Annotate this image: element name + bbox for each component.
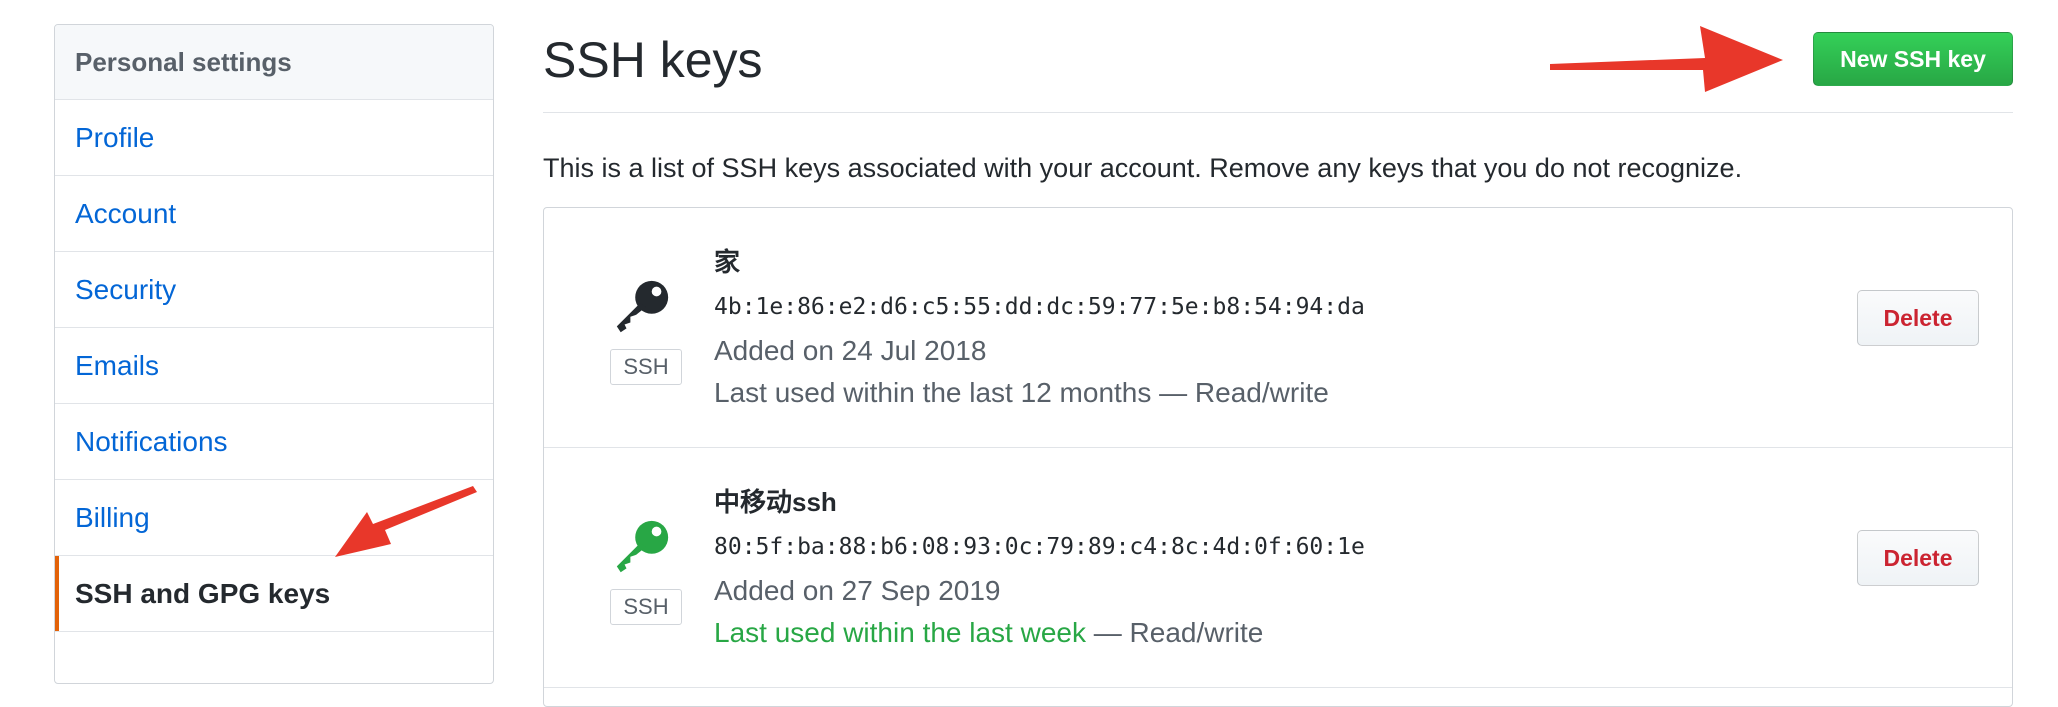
sidebar-item-emails[interactable]: Emails: [55, 328, 493, 404]
key-last-used: Last used within the last week — Read/wr…: [714, 616, 1263, 650]
key-icon: [616, 520, 669, 573]
ssh-badge: SSH: [610, 349, 682, 385]
sidebar-header: Personal settings: [55, 25, 493, 100]
last-used-text: Last used within the last 12 months: [714, 377, 1152, 408]
sidebar-item-account[interactable]: Account: [55, 176, 493, 252]
sidebar-item-billing[interactable]: Billing: [55, 480, 493, 556]
access-level: — Read/write: [1085, 617, 1264, 648]
ssh-key-row: SSH 家 4b:1e:86:e2:d6:c5:55:dd:dc:59:77:5…: [544, 208, 2012, 448]
ssh-key-list: SSH 家 4b:1e:86:e2:d6:c5:55:dd:dc:59:77:5…: [543, 207, 2013, 707]
last-used-text: Last used within the last week: [714, 617, 1086, 648]
key-fingerprint: 4b:1e:86:e2:d6:c5:55:dd:dc:59:77:5e:b8:5…: [714, 294, 1365, 320]
access-level: — Read/write: [1151, 377, 1329, 408]
settings-sidebar: Personal settings Profile Account Securi…: [54, 24, 494, 684]
key-title: 家: [714, 247, 741, 277]
key-added-date: Added on 24 Jul 2018: [714, 335, 987, 366]
delete-key-button[interactable]: Delete: [1857, 290, 1979, 346]
key-fingerprint: 80:5f:ba:88:b6:08:93:0c:79:89:c4:8c:4d:0…: [714, 534, 1365, 560]
sidebar-item-notifications[interactable]: Notifications: [55, 404, 493, 480]
sidebar-item-ssh-gpg-keys[interactable]: SSH and GPG keys: [55, 556, 493, 632]
header-divider: [543, 112, 2013, 113]
key-title: 中移动ssh: [714, 487, 837, 517]
ssh-badge: SSH: [610, 589, 682, 625]
new-ssh-key-button[interactable]: New SSH key: [1813, 32, 2013, 86]
key-icon: [616, 280, 669, 333]
sidebar-item-security[interactable]: Security: [55, 252, 493, 328]
delete-key-button[interactable]: Delete: [1857, 530, 1979, 586]
sidebar-item-profile[interactable]: Profile: [55, 100, 493, 176]
key-last-used: Last used within the last 12 months — Re…: [714, 376, 1329, 410]
key-added-date: Added on 27 Sep 2019: [714, 575, 1001, 606]
main-content: SSH keys New SSH key This is a list of S…: [543, 0, 2013, 707]
page-title: SSH keys: [543, 32, 763, 88]
ssh-key-row: SSH 中移动ssh 80:5f:ba:88:b6:08:93:0c:79:89…: [544, 448, 2012, 688]
page-description: This is a list of SSH keys associated wi…: [543, 153, 1743, 183]
